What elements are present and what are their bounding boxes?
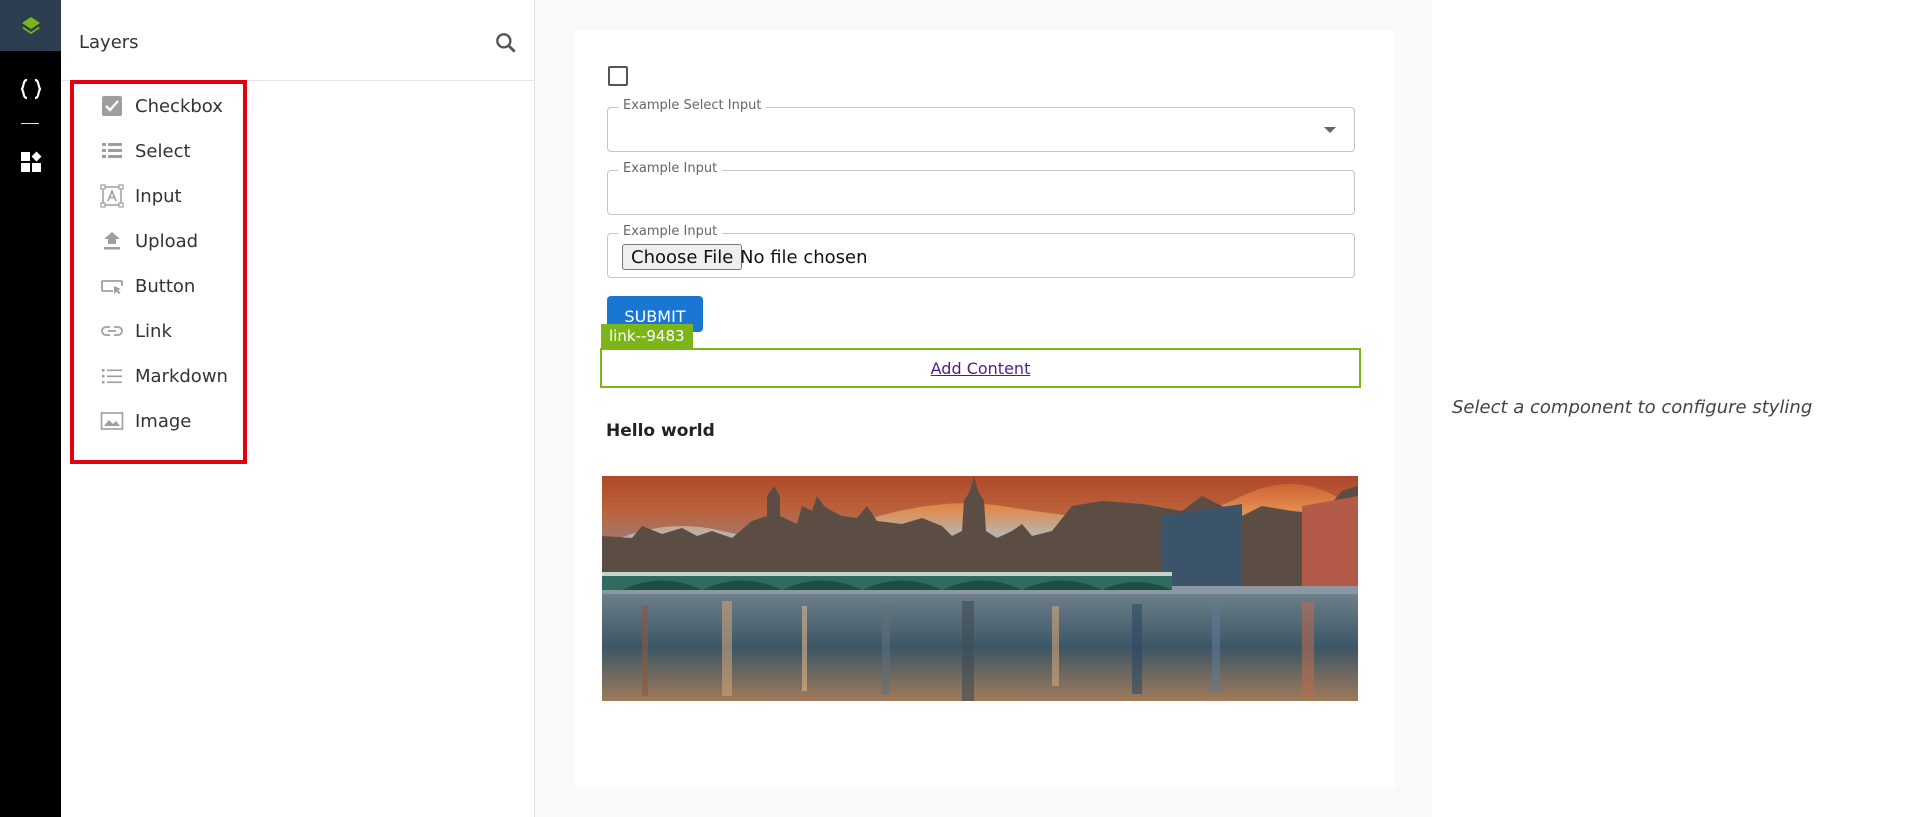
layer-label: Button [135, 275, 196, 297]
add-content-link[interactable]: Add Content [931, 359, 1031, 378]
file-status-text: No file chosen [740, 246, 868, 268]
markdown-list-icon [99, 363, 125, 389]
layers-header: Layers [61, 0, 534, 81]
layer-label: Image [135, 410, 192, 432]
layers-panel: Layers Checkbox Select Input Upload Butt… [61, 0, 535, 817]
layer-item-input[interactable]: Input [99, 181, 182, 211]
styling-panel: Select a component to configure styling [1432, 0, 1908, 817]
text-input-icon [99, 183, 125, 209]
checkbox-icon [99, 93, 125, 119]
layers-title: Layers [79, 32, 139, 53]
selected-link-component[interactable]: Add Content [600, 348, 1361, 388]
choose-file-button[interactable]: Choose File [622, 244, 743, 270]
layer-item-markdown[interactable]: Markdown [99, 361, 228, 391]
search-icon[interactable] [493, 30, 521, 58]
builder-canvas: Example Select Input Example Input Examp… [575, 30, 1395, 787]
widgets-icon[interactable] [0, 142, 61, 182]
chevron-down-icon[interactable] [1324, 127, 1336, 133]
layers-logo-icon[interactable] [0, 0, 61, 51]
layer-label: Upload [135, 230, 199, 252]
left-rail [0, 0, 61, 817]
layer-label: Select [135, 140, 191, 162]
list-icon [99, 138, 125, 164]
layer-label: Checkbox [135, 95, 223, 117]
layer-item-upload[interactable]: Upload [99, 226, 198, 256]
example-select-input[interactable]: Example Select Input [607, 98, 1355, 152]
button-icon [99, 273, 125, 299]
layer-label: Input [135, 185, 182, 207]
image-icon [99, 408, 125, 434]
example-text-input[interactable]: Example Input [607, 161, 1355, 215]
layer-item-checkbox[interactable]: Checkbox [99, 91, 223, 121]
component-id-tag: link--9483 [601, 324, 693, 348]
layer-item-select[interactable]: Select [99, 136, 191, 166]
markdown-heading: Hello world [606, 421, 715, 441]
example-file-input: Example Input Choose File No file chosen [607, 224, 1355, 278]
link-icon [99, 318, 125, 344]
layer-list-highlight: Checkbox Select Input Upload Button Link… [70, 80, 247, 464]
styling-empty-message: Select a component to configure styling [1452, 397, 1813, 418]
code-braces-icon[interactable] [0, 69, 61, 109]
london-skyline-image [602, 476, 1358, 701]
upload-icon [99, 228, 125, 254]
layer-item-link[interactable]: Link [99, 316, 172, 346]
field-label: Example Select Input [618, 98, 767, 114]
layer-item-button[interactable]: Button [99, 271, 195, 301]
rail-divider [21, 123, 39, 124]
field-label: Example Input [618, 161, 723, 177]
field-label: Example Input [618, 224, 723, 240]
example-checkbox[interactable] [608, 66, 628, 86]
layer-label: Link [135, 320, 172, 342]
layer-label: Markdown [135, 365, 228, 387]
layer-item-image[interactable]: Image [99, 406, 191, 436]
